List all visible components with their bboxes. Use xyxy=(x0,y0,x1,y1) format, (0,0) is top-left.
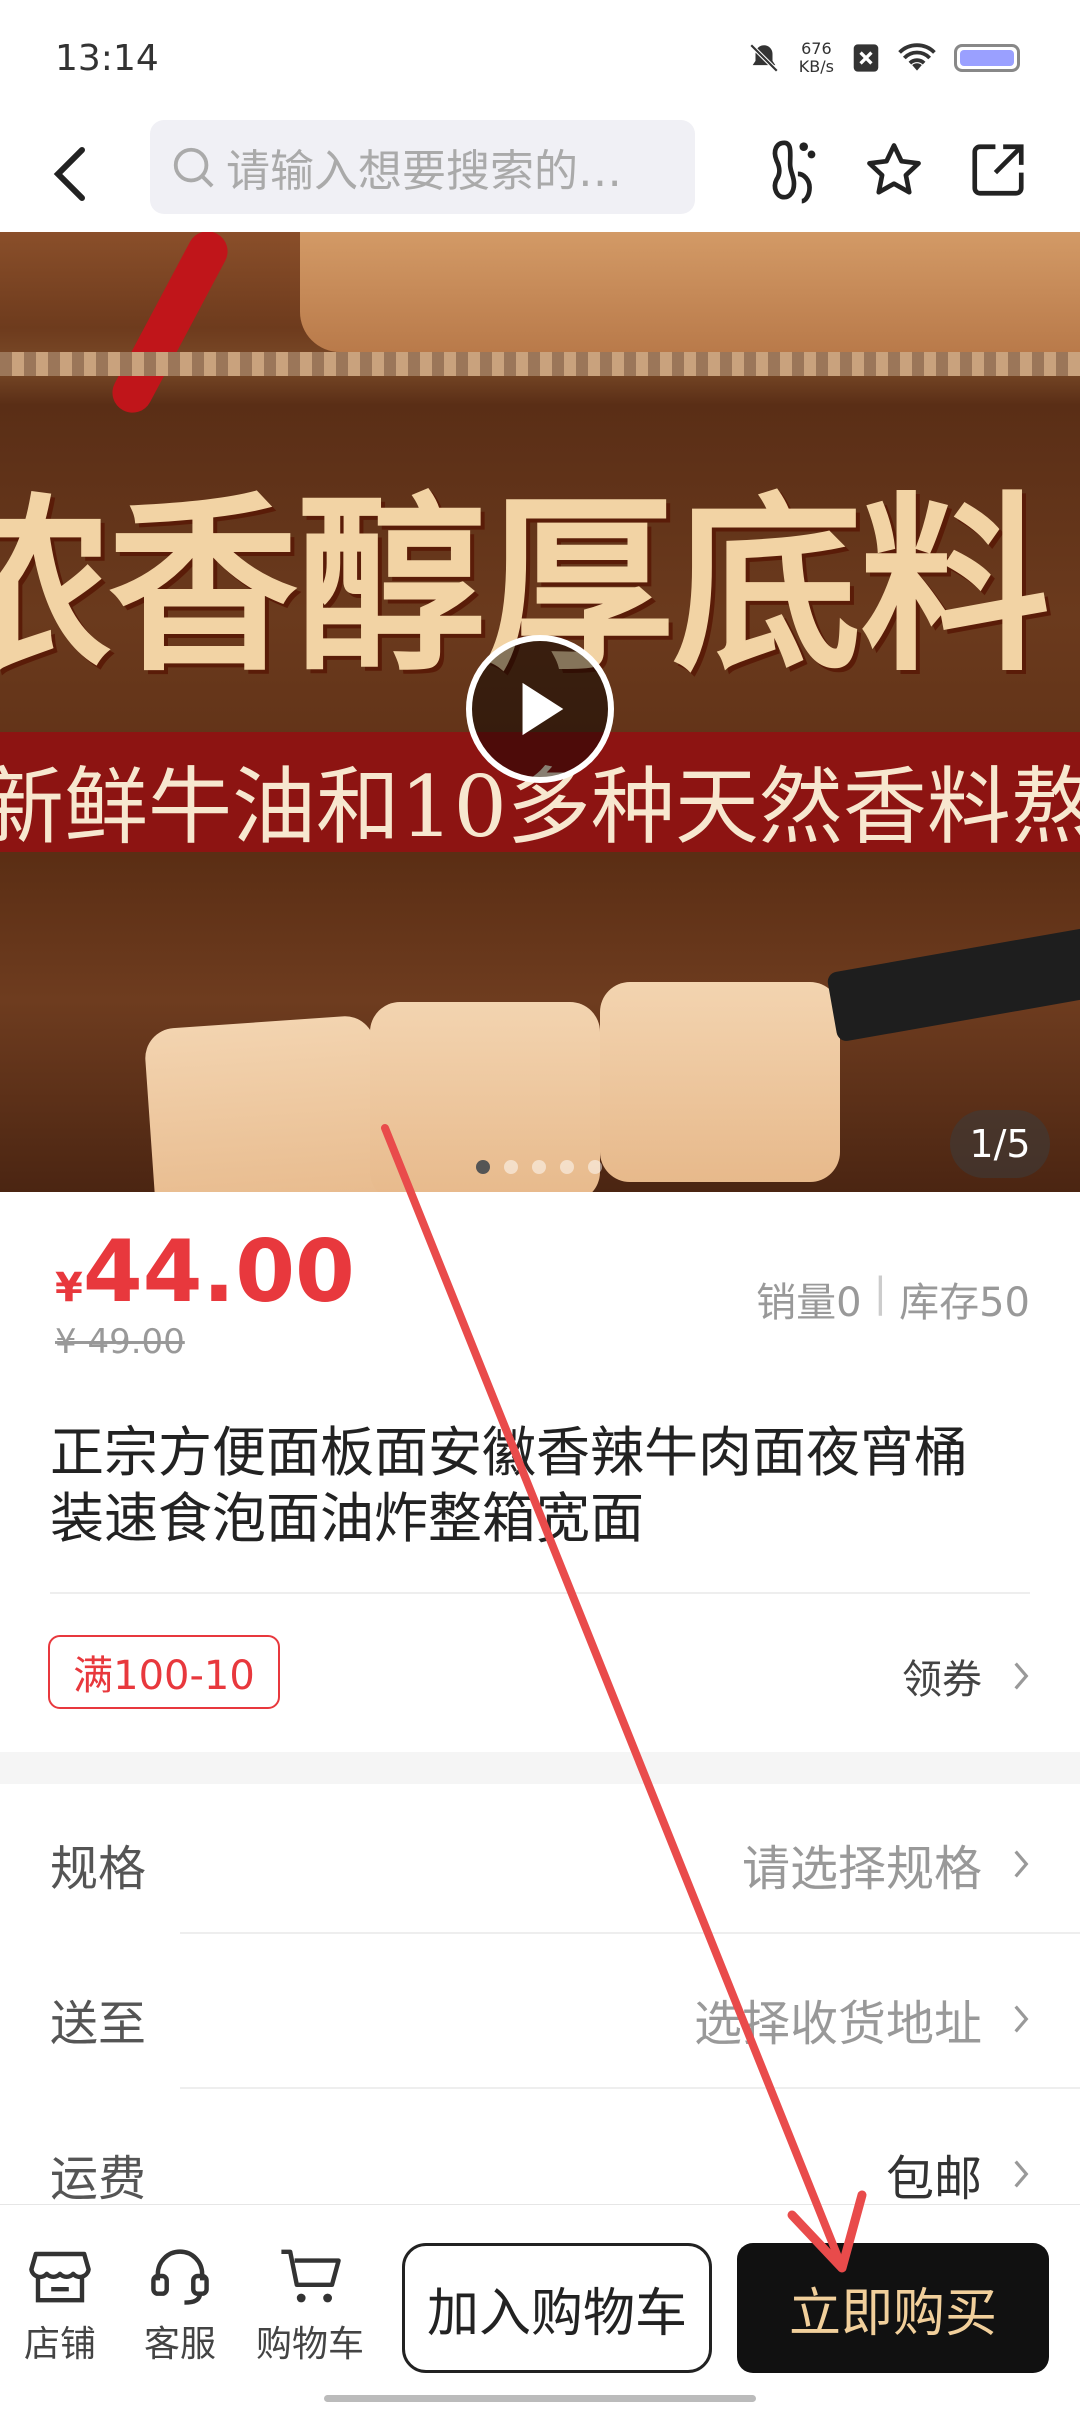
back-button[interactable] xyxy=(40,134,100,214)
product-info: ¥44.00 ¥ 49.00 销量0 | 库存50 正宗方便面板面安徽香辣牛肉面… xyxy=(0,1192,1080,1752)
product-media-carousel[interactable]: 浓香醇厚底料 新鲜牛油和10多种天然香料熬制 1/5 xyxy=(0,232,1080,1192)
option-value: 包邮 xyxy=(886,2139,1030,2209)
option-label: 送至 xyxy=(50,1996,147,2052)
option-value-text: 选择收货地址 xyxy=(693,1996,982,2052)
sales-count: 销量0 xyxy=(756,1280,862,1326)
back-arrow-icon xyxy=(53,147,85,201)
currency-symbol: ¥ xyxy=(55,1265,83,1311)
option-label: 运费 xyxy=(50,2151,147,2207)
bottom-action-bar: 店铺 客服 购物车 加入购物车 立即购买 xyxy=(0,2204,1080,2409)
chevron-right-icon xyxy=(1014,2005,1029,2033)
get-coupon-button[interactable]: 领券 xyxy=(902,1647,1030,1705)
option-value-text: 包邮 xyxy=(885,2151,982,2207)
gesture-home-bar[interactable] xyxy=(324,2395,756,2402)
banner-noodle xyxy=(143,1014,387,1192)
banner-wood-board xyxy=(300,232,1080,352)
image-pager: 1/5 xyxy=(950,1110,1050,1178)
carousel-dot xyxy=(504,1160,518,1174)
stock-count: 库存50 xyxy=(899,1280,1030,1326)
cart-button[interactable]: 购物车 xyxy=(250,2245,370,2367)
headset-icon xyxy=(151,2249,209,2305)
option-value: 请选择规格 xyxy=(742,1829,1030,1899)
banner-pattern-strip xyxy=(0,352,1080,376)
wifi-icon xyxy=(898,43,936,71)
store-icon xyxy=(29,2251,91,2303)
divider xyxy=(180,1932,1080,1934)
play-video-button[interactable] xyxy=(466,635,614,783)
purchase-options: 规格 请选择规格 送至 选择收货地址 运费 包邮 xyxy=(0,1784,1080,2207)
add-to-cart-button[interactable]: 加入购物车 xyxy=(402,2243,712,2373)
mute-bell-icon xyxy=(749,43,779,73)
service-label: 客服 xyxy=(143,2324,216,2365)
store-button[interactable]: 店铺 xyxy=(5,2245,115,2367)
chevron-right-icon xyxy=(1014,2160,1029,2188)
search-placeholder: 请输入想要搜索的… xyxy=(226,146,622,197)
share-button[interactable] xyxy=(958,130,1038,210)
price-value: 44.00 xyxy=(82,1222,355,1322)
footprint-button[interactable] xyxy=(754,130,834,210)
search-icon xyxy=(173,147,214,188)
option-label: 规格 xyxy=(50,1841,147,1897)
get-coupon-label: 领券 xyxy=(902,1657,982,1703)
net-speed: 676 KB/s xyxy=(799,40,834,76)
sales-separator: | xyxy=(873,1270,888,1316)
net-speed-value: 676 xyxy=(801,39,832,58)
star-icon xyxy=(867,143,921,195)
play-icon xyxy=(522,682,564,736)
sim-off-icon xyxy=(853,44,879,72)
carousel-dot xyxy=(560,1160,574,1174)
search-input[interactable]: 请输入想要搜索的… xyxy=(150,120,695,214)
divider xyxy=(180,2087,1080,2089)
footprint-icon xyxy=(772,140,816,204)
battery-icon xyxy=(954,44,1020,72)
banner-chili xyxy=(105,232,235,420)
chevron-right-icon xyxy=(1014,1662,1029,1690)
carousel-dot-active xyxy=(476,1160,490,1174)
status-icons: 676 KB/s xyxy=(747,40,1020,76)
top-nav: 请输入想要搜索的… xyxy=(0,120,1080,232)
option-value-text: 请选择规格 xyxy=(741,1841,982,1897)
buy-now-button[interactable]: 立即购买 xyxy=(737,2243,1049,2373)
product-title: 正宗方便面板面安徽香辣牛肉面夜宵桶装速食泡面油炸整箱宽面 xyxy=(50,1421,968,1550)
option-value: 选择收货地址 xyxy=(694,1984,1030,2054)
coupon-badge: 满100-10 xyxy=(48,1635,280,1709)
status-time: 13:14 xyxy=(55,38,159,79)
original-price: ¥ 49.00 xyxy=(55,1322,185,1362)
carousel-dots xyxy=(476,1160,602,1174)
net-speed-unit: KB/s xyxy=(798,57,834,76)
carousel-dot xyxy=(588,1160,602,1174)
banner-noodle xyxy=(600,982,840,1182)
cart-label: 购物车 xyxy=(255,2324,364,2365)
status-bar: 13:14 676 KB/s xyxy=(0,0,1080,120)
option-spec[interactable]: 规格 请选择规格 xyxy=(0,1784,1080,1934)
current-price: ¥44.00 xyxy=(55,1222,355,1322)
divider xyxy=(50,1592,1030,1594)
store-label: 店铺 xyxy=(23,2324,96,2365)
option-ship-to[interactable]: 送至 选择收货地址 xyxy=(0,1939,1080,2089)
share-icon xyxy=(972,144,1024,196)
chevron-right-icon xyxy=(1014,1850,1029,1878)
favorite-button[interactable] xyxy=(854,130,934,210)
carousel-dot xyxy=(532,1160,546,1174)
banner-chopsticks xyxy=(826,921,1080,1043)
customer-service-button[interactable]: 客服 xyxy=(125,2245,235,2367)
sales-stock: 销量0 | 库存50 xyxy=(756,1270,1030,1328)
cart-icon xyxy=(281,2249,341,2303)
